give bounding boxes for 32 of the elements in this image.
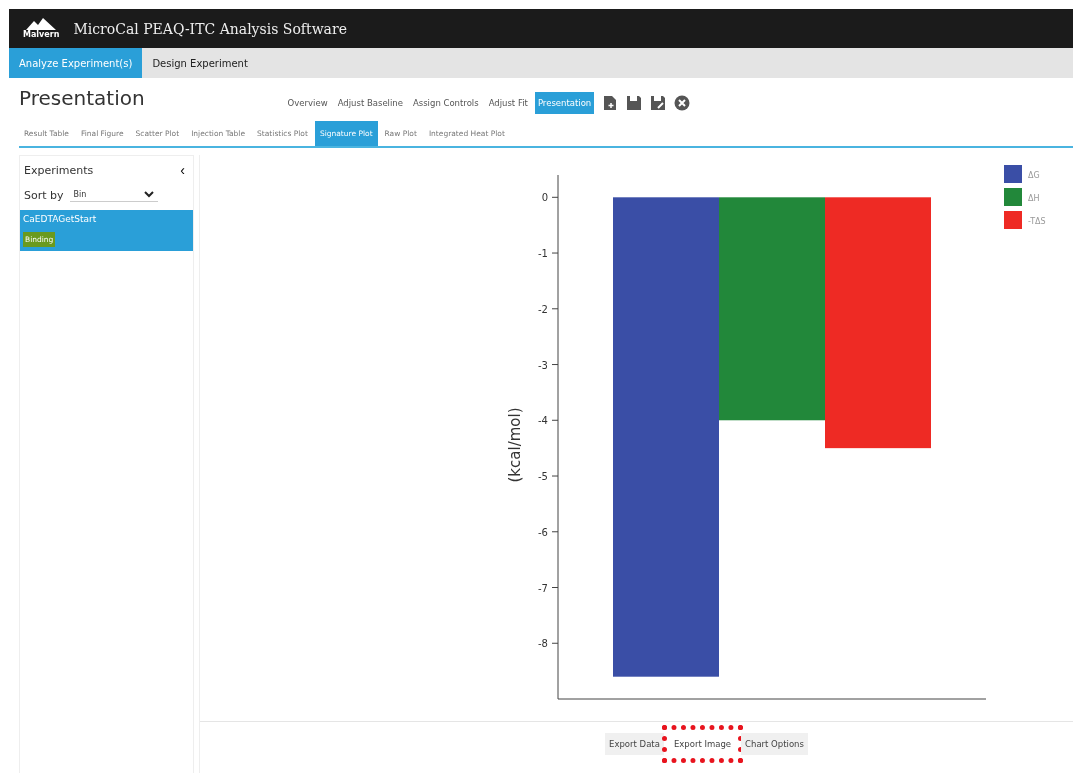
sidebar-title: Experiments: [24, 163, 94, 177]
tick-label: -3: [538, 359, 548, 371]
tick-label: 0: [541, 192, 548, 204]
export-button[interactable]: Export Data: [605, 733, 664, 755]
tick-label: -2: [538, 303, 548, 315]
axis-title: (kcal/mol): [506, 407, 524, 483]
save-icon[interactable]: [626, 95, 643, 111]
collapse-button[interactable]: ‹: [176, 162, 189, 178]
page-title: Presentation: [19, 86, 145, 110]
tick-label: -1: [538, 248, 548, 260]
nav-tab[interactable]: Analyze Experiment(s): [9, 48, 143, 78]
save-as-icon[interactable]: [650, 95, 667, 111]
tick-label: -4: [538, 415, 548, 427]
close-icon[interactable]: [674, 95, 691, 111]
step-tab[interactable]: Presentation: [534, 92, 595, 114]
tick-label: -5: [538, 471, 548, 482]
tick-label: -6: [538, 526, 548, 538]
legend-label: ΔG: [1028, 171, 1040, 180]
logo: Malvern: [23, 18, 60, 39]
mountain-icon: [26, 18, 57, 30]
experiment-name: CaEDTAGetStart: [23, 214, 97, 224]
legend-label: ΔH: [1028, 194, 1040, 203]
sort-dropdown[interactable]: Bin: [69, 188, 158, 202]
tick-label: -8: [538, 638, 548, 650]
chevron-icon: [143, 191, 154, 198]
export-button[interactable]: Chart Options: [741, 733, 808, 755]
nav-tab[interactable]: Design Experiment: [142, 48, 258, 78]
legend-label: -TΔS: [1028, 217, 1046, 226]
sort-label: Sort by: [24, 188, 64, 202]
document-icon[interactable]: [602, 95, 619, 111]
tick-label: -7: [538, 582, 548, 594]
app-title: MicroCal PEAQ-ITC Analysis Software: [73, 20, 347, 37]
